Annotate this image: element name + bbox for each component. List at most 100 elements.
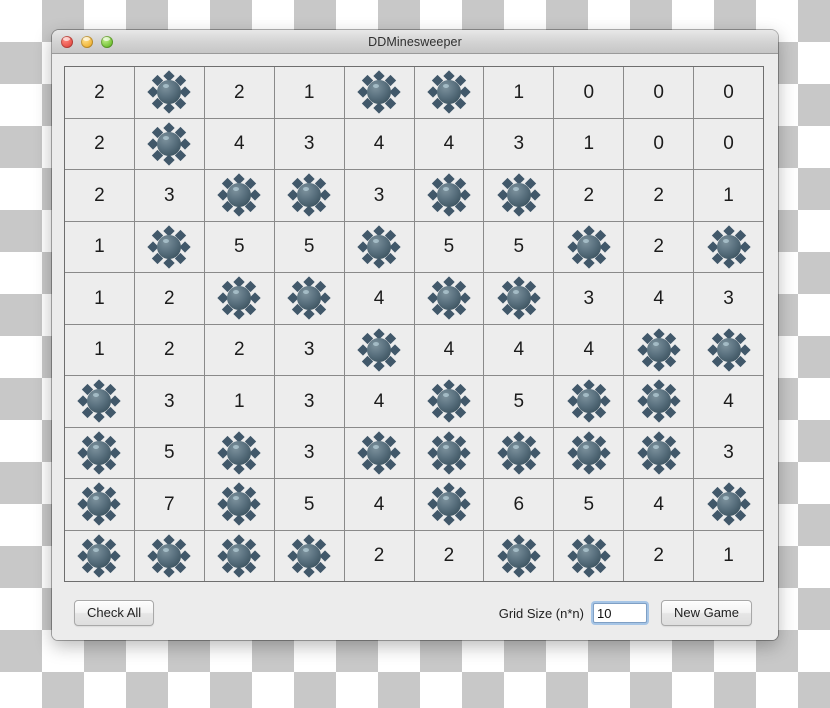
title-bar[interactable]: DDMinesweeper: [52, 30, 778, 54]
board-cell-number[interactable]: 4: [344, 376, 414, 427]
check-all-button[interactable]: Check All: [74, 600, 155, 626]
board-cell-number[interactable]: 2: [344, 530, 414, 581]
board-cell-number[interactable]: 2: [554, 170, 624, 221]
board-cell-number[interactable]: 5: [484, 221, 554, 272]
board-cell-number[interactable]: 1: [65, 221, 134, 272]
board-cell-mine[interactable]: [204, 530, 274, 581]
board-cell-number[interactable]: 4: [204, 118, 274, 169]
board-cell-mine[interactable]: [624, 324, 694, 375]
board-cell-number[interactable]: 4: [624, 273, 694, 324]
board-cell-number[interactable]: 5: [554, 479, 624, 530]
board-cell-number[interactable]: 2: [624, 530, 694, 581]
board-cell-mine[interactable]: [65, 530, 134, 581]
board-cell-number[interactable]: 0: [694, 67, 763, 118]
board-cell-number[interactable]: 4: [694, 376, 763, 427]
board-cell-number[interactable]: 1: [204, 376, 274, 427]
board-cell-mine[interactable]: [134, 67, 204, 118]
board-cell-number[interactable]: 4: [484, 324, 554, 375]
board-cell-number[interactable]: 2: [414, 530, 484, 581]
board-cell-number[interactable]: 3: [344, 170, 414, 221]
grid-size-input[interactable]: [592, 603, 647, 623]
board-cell-number[interactable]: 2: [204, 67, 274, 118]
board-cell-number[interactable]: 3: [484, 118, 554, 169]
board-cell-mine[interactable]: [274, 170, 344, 221]
board-cell-mine[interactable]: [484, 273, 554, 324]
board-cell-number[interactable]: 3: [554, 273, 624, 324]
board-cell-mine[interactable]: [414, 376, 484, 427]
board-cell-number[interactable]: 2: [65, 67, 134, 118]
board-cell-mine[interactable]: [134, 221, 204, 272]
board-cell-mine[interactable]: [414, 67, 484, 118]
board-cell-mine[interactable]: [624, 376, 694, 427]
board-cell-number[interactable]: 3: [274, 324, 344, 375]
board-cell-mine[interactable]: [344, 324, 414, 375]
board-cell-number[interactable]: 6: [484, 479, 554, 530]
board-cell-number[interactable]: 0: [624, 118, 694, 169]
board-cell-mine[interactable]: [344, 67, 414, 118]
board-cell-mine[interactable]: [204, 170, 274, 221]
board-cell-mine[interactable]: [274, 530, 344, 581]
board-cell-number[interactable]: 5: [274, 479, 344, 530]
board-cell-mine[interactable]: [694, 221, 763, 272]
board-cell-mine[interactable]: [204, 479, 274, 530]
board-cell-mine[interactable]: [204, 273, 274, 324]
board-cell-number[interactable]: 5: [414, 221, 484, 272]
board-cell-number[interactable]: 4: [344, 273, 414, 324]
board-cell-mine[interactable]: [344, 221, 414, 272]
board-cell-mine[interactable]: [344, 427, 414, 478]
board-cell-mine[interactable]: [484, 170, 554, 221]
board-cell-number[interactable]: 0: [694, 118, 763, 169]
board-cell-mine[interactable]: [414, 273, 484, 324]
board-cell-mine[interactable]: [484, 530, 554, 581]
maximize-button-icon[interactable]: [101, 35, 113, 48]
board-cell-number[interactable]: 5: [274, 221, 344, 272]
board-cell-number[interactable]: 5: [204, 221, 274, 272]
board-cell-number[interactable]: 7: [134, 479, 204, 530]
board-cell-mine[interactable]: [65, 479, 134, 530]
board-cell-mine[interactable]: [554, 221, 624, 272]
board-cell-number[interactable]: 1: [274, 67, 344, 118]
board-cell-number[interactable]: 2: [134, 324, 204, 375]
board-cell-mine[interactable]: [274, 273, 344, 324]
board-cell-mine[interactable]: [694, 324, 763, 375]
board-cell-number[interactable]: 4: [414, 118, 484, 169]
board-cell-mine[interactable]: [554, 530, 624, 581]
board-cell-mine[interactable]: [414, 427, 484, 478]
board-cell-number[interactable]: 3: [274, 376, 344, 427]
board-cell-number[interactable]: 3: [694, 427, 763, 478]
board-cell-number[interactable]: 0: [554, 67, 624, 118]
board-cell-mine[interactable]: [554, 376, 624, 427]
new-game-button[interactable]: New Game: [660, 600, 752, 626]
board-cell-number[interactable]: 1: [694, 170, 763, 221]
board-cell-number[interactable]: 3: [134, 170, 204, 221]
board-cell-number[interactable]: 2: [65, 118, 134, 169]
board-cell-number[interactable]: 4: [624, 479, 694, 530]
board-cell-number[interactable]: 4: [554, 324, 624, 375]
board-cell-number[interactable]: 1: [694, 530, 763, 581]
board-cell-number[interactable]: 1: [65, 273, 134, 324]
board-cell-number[interactable]: 2: [624, 221, 694, 272]
board-cell-number[interactable]: 1: [554, 118, 624, 169]
board-cell-number[interactable]: 3: [274, 118, 344, 169]
board-cell-number[interactable]: 2: [624, 170, 694, 221]
board-cell-number[interactable]: 3: [274, 427, 344, 478]
board-cell-number[interactable]: 4: [344, 118, 414, 169]
board-cell-mine[interactable]: [694, 479, 763, 530]
board-cell-mine[interactable]: [65, 427, 134, 478]
board-cell-mine[interactable]: [414, 479, 484, 530]
close-button-icon[interactable]: [61, 35, 73, 48]
board-cell-number[interactable]: 4: [344, 479, 414, 530]
board-cell-number[interactable]: 2: [65, 170, 134, 221]
board-cell-mine[interactable]: [414, 170, 484, 221]
board-cell-number[interactable]: 3: [694, 273, 763, 324]
board-cell-number[interactable]: 2: [134, 273, 204, 324]
board-cell-number[interactable]: 4: [414, 324, 484, 375]
board-cell-mine[interactable]: [624, 427, 694, 478]
board-cell-mine[interactable]: [134, 118, 204, 169]
board-cell-number[interactable]: 2: [204, 324, 274, 375]
board-cell-mine[interactable]: [134, 530, 204, 581]
board-cell-number[interactable]: 5: [134, 427, 204, 478]
board-cell-number[interactable]: 5: [484, 376, 554, 427]
board-cell-number[interactable]: 1: [484, 67, 554, 118]
board-cell-mine[interactable]: [204, 427, 274, 478]
